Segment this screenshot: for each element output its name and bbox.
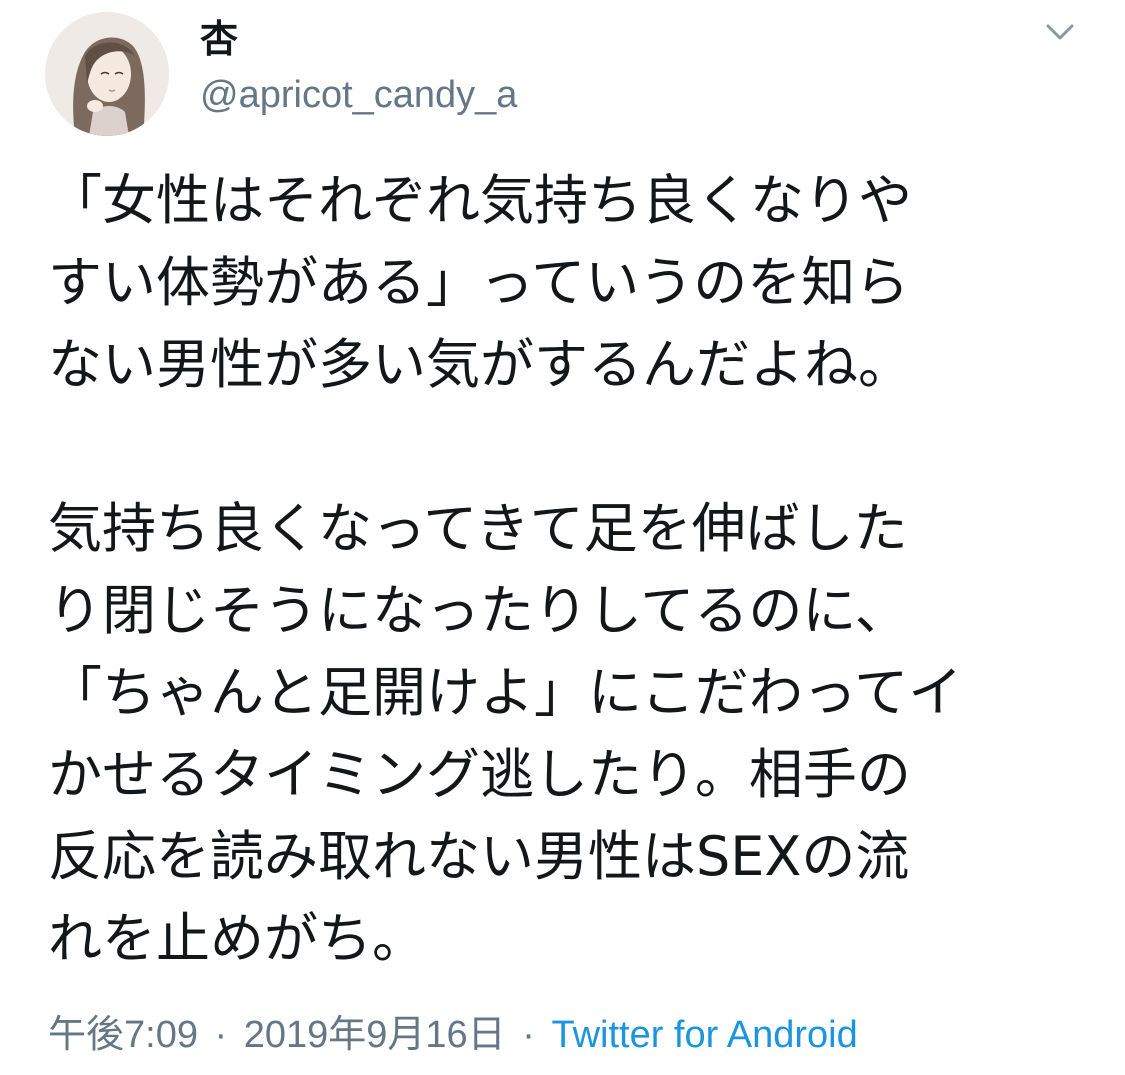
username[interactable]: @apricot_candy_a	[200, 70, 517, 120]
tweet-text-line: ない男性が多い気がするんだよね。	[48, 333, 912, 396]
tweet-text: 「女性はそれぞれ気持ち良くなりや すい体勢がある」っていうのを知ら ない男性が多い気…	[48, 160, 1088, 980]
tweet-text-line: 「ちゃんと足開けよ」にこだわってイ	[48, 661, 963, 724]
meta-separator: ·	[214, 1014, 228, 1056]
meta-separator: ·	[522, 1014, 535, 1056]
avatar-illustration-icon	[45, 12, 169, 136]
tweet-text-line: れを止めがち。	[48, 907, 426, 970]
user-avatar[interactable]	[45, 12, 169, 136]
tweet-source-link[interactable]: Twitter for Android	[551, 1014, 857, 1056]
tweet-text-line: 反応を読み取れない男性はSEXの流	[48, 825, 910, 888]
tweet-time[interactable]: 午後7:09	[48, 1014, 198, 1056]
tweet-metadata: 午後7:09 · 2019年9月16日 · Twitter for Androi…	[48, 1005, 858, 1065]
tweet-text-line: かせるタイミング逃したり。相手の	[48, 743, 911, 806]
tweet-text-blank-line	[48, 406, 1088, 488]
chevron-down-icon[interactable]	[1040, 18, 1080, 48]
tweet-card: 杏 @apricot_candy_a 「女性はそれぞれ気持ち良くなりや すい体勢が…	[0, 0, 1125, 1075]
display-name[interactable]: 杏	[200, 14, 238, 64]
tweet-text-line: 「女性はそれぞれ気持ち良くなりや	[48, 169, 912, 232]
tweet-text-line: 気持ち良くなってきて足を伸ばした	[48, 497, 908, 560]
tweet-text-line: り閉じそうになったりしてるのに、	[48, 579, 909, 642]
tweet-text-line: すい体勢がある」っていうのを知ら	[48, 251, 910, 314]
tweet-date[interactable]: 2019年9月16日	[244, 1014, 506, 1056]
